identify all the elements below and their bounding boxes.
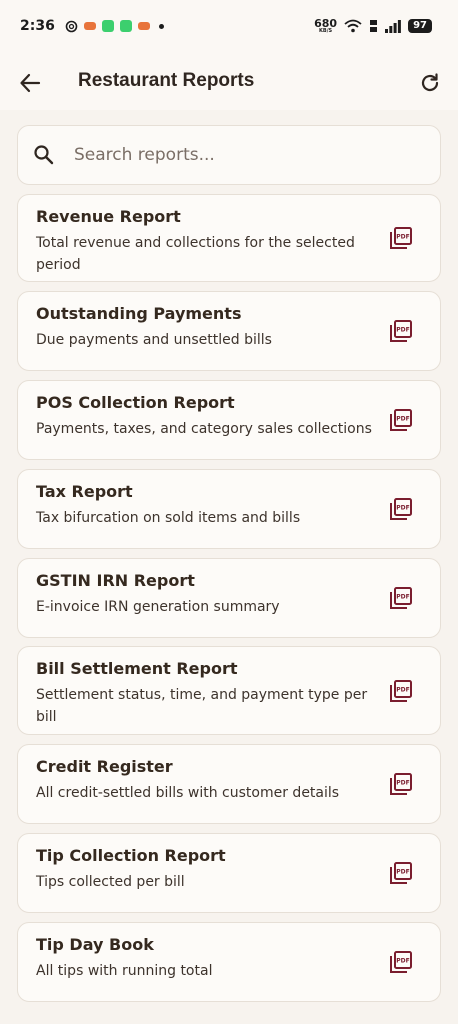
report-card[interactable]: Bill Settlement Report Settlement status,… [17,646,441,735]
svg-text:PDF: PDF [396,594,409,601]
notification-app-icon [119,20,132,32]
signal-icon [385,19,401,33]
pdf-icon[interactable]: PDF [388,771,414,797]
svg-text:PDF: PDF [396,416,409,423]
refresh-button[interactable] [414,67,446,99]
report-title: Revenue Report [36,207,181,226]
report-title: GSTIN IRN Report [36,571,195,590]
threads-app-icon [65,20,78,32]
back-button[interactable] [14,67,46,99]
svg-text:PDF: PDF [396,958,409,965]
report-description: Settlement status, time, and payment typ… [36,687,368,725]
report-card[interactable]: Tip Day Book All tips with running total P… [17,922,441,1002]
reports-content: Revenue Report Total revenue and collecti… [0,110,458,1024]
app-bar: Restaurant Reports [0,52,458,110]
wifi-icon [344,19,362,33]
battery-indicator: 97 [408,19,432,33]
report-description: E-invoice IRN generation summary [36,599,280,615]
status-bar: 2:36 680 KB/S 97 [0,0,458,52]
report-card[interactable]: Tip Collection Report Tips collected per … [17,833,441,913]
notification-app-icon [137,22,150,30]
notification-app-icon [83,22,96,30]
report-title: Bill Settlement Report [36,659,238,678]
status-bar-right: 680 KB/S 97 [314,18,432,34]
refresh-icon [421,73,439,92]
report-title: Tip Day Book [36,935,154,954]
notification-app-icon [101,20,114,32]
svg-text:PDF: PDF [396,234,409,241]
report-title: Credit Register [36,757,173,776]
report-title: Tip Collection Report [36,846,226,865]
status-time: 2:36 [20,18,55,34]
svg-text:PDF: PDF [396,327,409,334]
pdf-icon[interactable]: PDF [388,585,414,611]
report-card[interactable]: GSTIN IRN Report E-invoice IRN generation… [17,558,441,638]
report-card[interactable]: Tax Report Tax bifurcation on sold items … [17,469,441,549]
report-title: POS Collection Report [36,393,235,412]
arrow-back-icon [20,73,41,93]
search-bar[interactable] [17,125,441,185]
report-description: All tips with running total [36,963,213,979]
report-card[interactable]: POS Collection Report Payments, taxes, an… [17,380,441,460]
report-card[interactable]: Credit Register All credit-settled bills … [17,744,441,824]
pdf-icon[interactable]: PDF [388,860,414,886]
status-bar-left: 2:36 [20,18,164,34]
volte-icon [370,20,378,32]
report-title: Outstanding Payments [36,304,242,323]
svg-text:PDF: PDF [396,780,409,787]
svg-text:PDF: PDF [396,687,409,694]
report-description: Tax bifurcation on sold items and bills [36,510,301,526]
svg-text:PDF: PDF [396,505,409,512]
svg-text:PDF: PDF [396,869,409,876]
report-description: Payments, taxes, and category sales coll… [36,421,372,437]
report-description: Tips collected per bill [36,874,185,890]
report-card[interactable]: Revenue Report Total revenue and collecti… [17,194,441,282]
pdf-icon[interactable]: PDF [388,496,414,522]
network-speed: 680 KB/S [314,18,337,34]
pdf-icon[interactable]: PDF [388,318,414,344]
report-title: Tax Report [36,482,133,501]
pdf-icon[interactable]: PDF [388,407,414,433]
report-description: Total revenue and collections for the se… [36,235,355,273]
pdf-icon[interactable]: PDF [388,225,414,251]
network-speed-unit: KB/S [319,28,333,34]
report-card[interactable]: Outstanding Payments Due payments and uns… [17,291,441,371]
report-description: Due payments and unsettled bills [36,332,272,348]
pdf-icon[interactable]: PDF [388,949,414,975]
pdf-icon[interactable]: PDF [388,678,414,704]
search-icon [34,145,54,165]
report-description: All credit-settled bills with customer d… [36,785,340,801]
search-input[interactable] [74,134,424,176]
page-title: Restaurant Reports [78,70,255,91]
more-notifications-dot [158,23,164,29]
